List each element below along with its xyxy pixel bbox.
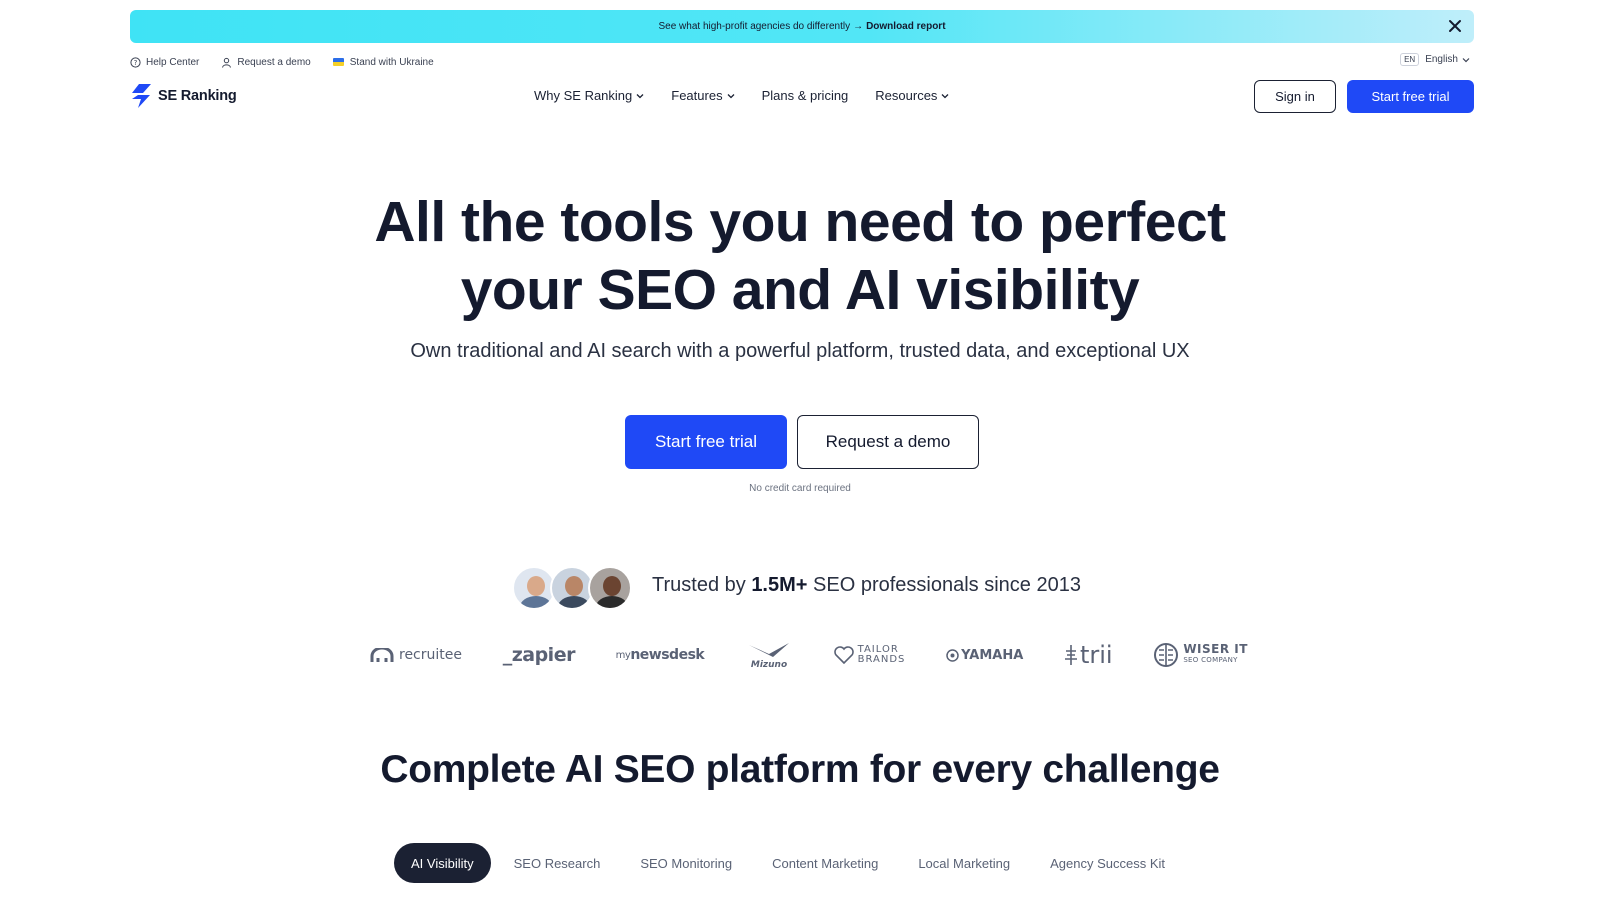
logo-icon	[132, 84, 151, 108]
user-avatars	[512, 566, 632, 610]
recruitee-logo: recruitee	[370, 647, 462, 663]
user-icon	[222, 57, 232, 68]
promo-text: See what high-profit agencies do differe…	[658, 21, 851, 32]
platform-tabs: AI Visibility SEO Research SEO Monitorin…	[394, 843, 1188, 883]
brain-icon	[1154, 643, 1179, 667]
request-demo-link[interactable]: Request a demo	[221, 56, 311, 68]
mizuno-text: Mizuno	[751, 660, 787, 669]
trii-text: trii	[1079, 641, 1113, 669]
nav-features-label: Features	[671, 88, 723, 103]
wiser-sub-text: SEO COMPANY	[1183, 656, 1238, 664]
heart-icon	[833, 646, 854, 664]
tailor-brands-logo: TAILOR BRANDS	[833, 645, 906, 665]
trusted-count: 1.5M+	[751, 574, 808, 596]
svg-text:?: ?	[134, 59, 138, 67]
main-nav: Why SE Ranking Features Plans & pricing …	[534, 88, 976, 103]
nav-why-label: Why SE Ranking	[534, 88, 633, 103]
mynewsdesk-text: newsdesk	[630, 647, 705, 663]
no-credit-card-note: No credit card required	[749, 483, 851, 494]
tab-seo-research[interactable]: SEO Research	[497, 843, 618, 883]
recruitee-text: recruitee	[399, 647, 462, 663]
section-title: Complete AI SEO platform for every chall…	[380, 748, 1220, 791]
nav-why-se-ranking[interactable]: Why SE Ranking	[534, 88, 644, 103]
nav-plans-label: Plans & pricing	[761, 88, 849, 103]
wiser-text: WISER IT	[1183, 642, 1248, 656]
yamaha-text: YAMAHA	[961, 647, 1024, 663]
se-ranking-logo[interactable]: SE Ranking	[130, 84, 237, 108]
arrow-icon: →	[853, 21, 864, 32]
mynewsdesk-logo: my newsdesk	[616, 647, 705, 663]
trii-logo: trii	[1064, 641, 1113, 669]
hero-subtitle: Own traditional and AI search with a pow…	[410, 340, 1190, 362]
brands-text: BRANDS	[857, 654, 906, 665]
request-demo-button[interactable]: Request a demo	[797, 415, 979, 469]
trusted-by-text: Trusted by 1.5M+ SEO professionals since…	[652, 574, 1081, 597]
client-logos: recruitee _zapier my newsdesk Mizuno TAI…	[370, 640, 1248, 670]
help-center-label: Help Center	[146, 56, 200, 68]
request-demo-label: Request a demo	[237, 56, 311, 68]
stand-with-ukraine-link[interactable]: Stand with Ukraine	[332, 56, 434, 68]
chevron-down-icon	[636, 93, 644, 98]
tab-content-marketing[interactable]: Content Marketing	[755, 843, 895, 883]
language-selector[interactable]: EN English	[1400, 53, 1470, 66]
nav-plans-pricing[interactable]: Plans & pricing	[762, 88, 849, 103]
recruitee-mark-icon	[370, 648, 394, 662]
hero-title: All the tools you need to perfect your S…	[0, 188, 1600, 324]
help-center-link[interactable]: ? Help Center	[130, 57, 199, 68]
hero-title-line2: your SEO and AI visibility	[460, 258, 1140, 322]
wiser-it-logo: WISER IT SEO COMPANY	[1153, 642, 1248, 668]
avatar	[588, 566, 632, 610]
trusted-prefix: Trusted by	[652, 574, 746, 596]
tab-local-marketing[interactable]: Local Marketing	[901, 843, 1027, 883]
language-code: EN	[1400, 53, 1420, 66]
chevron-down-icon	[941, 93, 949, 98]
zapier-text: _zapier	[502, 644, 576, 666]
promo-banner[interactable]: See what high-profit agencies do differe…	[130, 10, 1474, 43]
utility-bar: ? Help Center Request a demo Stand with …	[130, 55, 456, 69]
tab-ai-visibility[interactable]: AI Visibility	[394, 843, 491, 883]
tab-agency-success-kit[interactable]: Agency Success Kit	[1033, 843, 1182, 883]
ukraine-label: Stand with Ukraine	[349, 56, 434, 68]
download-report-link[interactable]: Download report	[866, 21, 945, 32]
start-free-trial-button-header[interactable]: Start free trial	[1347, 80, 1474, 113]
sign-in-button[interactable]: Sign in	[1254, 80, 1336, 113]
chevron-down-icon	[727, 93, 735, 98]
hero-title-line1: All the tools you need to perfect	[374, 190, 1226, 254]
language-name: English	[1425, 54, 1458, 65]
mizuno-logo: Mizuno	[745, 641, 793, 669]
trusted-suffix: SEO professionals since 2013	[813, 574, 1081, 596]
yamaha-mark-icon	[946, 648, 959, 662]
nav-features[interactable]: Features	[671, 88, 735, 103]
tree-icon	[1064, 645, 1077, 665]
zapier-logo: _zapier	[502, 644, 576, 666]
nav-resources[interactable]: Resources	[875, 88, 949, 103]
ukraine-flag-icon	[332, 58, 344, 66]
tab-seo-monitoring[interactable]: SEO Monitoring	[623, 843, 749, 883]
start-free-trial-button[interactable]: Start free trial	[625, 415, 787, 469]
yamaha-logo: YAMAHA	[946, 648, 1023, 663]
help-icon: ?	[130, 56, 141, 68]
mizuno-mark-icon: Mizuno	[748, 643, 789, 669]
nav-resources-label: Resources	[875, 88, 938, 103]
close-icon[interactable]	[1446, 17, 1464, 35]
logo-text: SE Ranking	[158, 88, 237, 104]
chevron-down-icon	[1462, 57, 1470, 62]
mynewsdesk-prefix: my	[615, 649, 631, 661]
